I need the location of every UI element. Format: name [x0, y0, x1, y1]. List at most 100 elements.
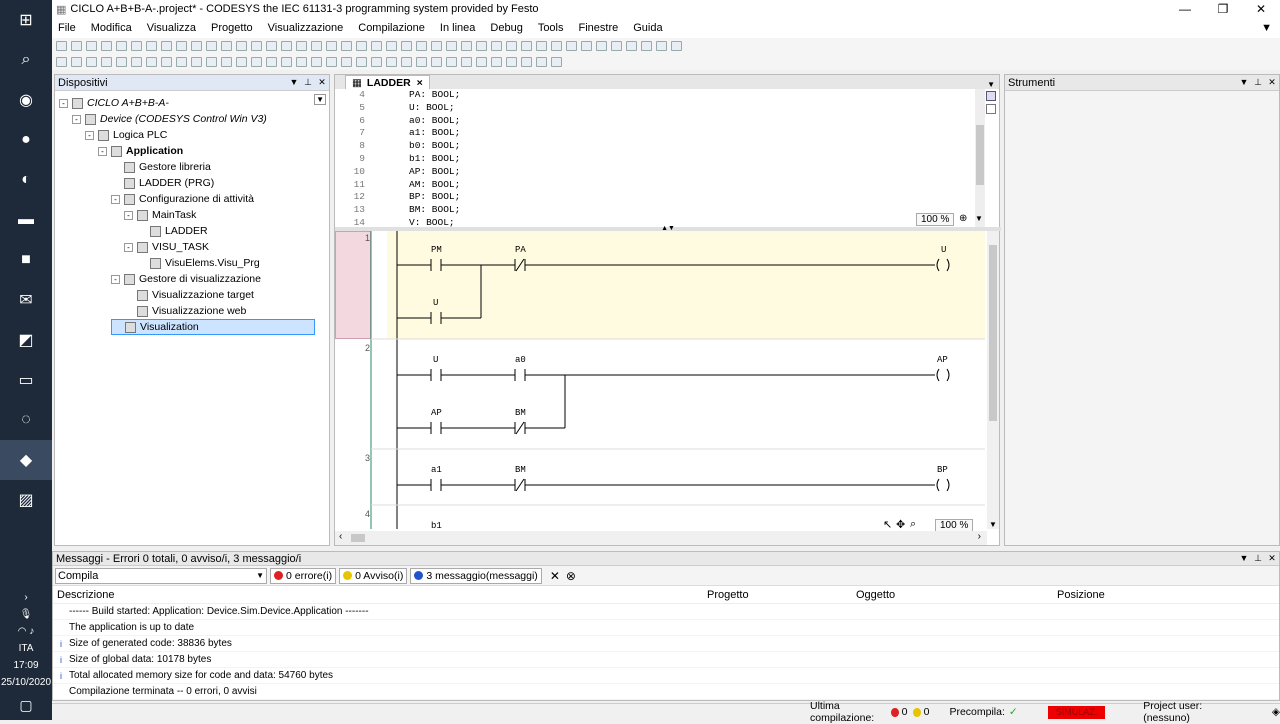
- toolbar-button-icon[interactable]: [191, 41, 202, 51]
- toolbar-button-icon[interactable]: [656, 41, 667, 51]
- toolbar-button-icon[interactable]: [371, 57, 382, 67]
- pin-icon[interactable]: ⊥: [301, 77, 315, 88]
- menu-item[interactable]: Guida: [633, 22, 662, 34]
- toolbar-button-icon[interactable]: [281, 57, 292, 67]
- toolbar-button-icon[interactable]: [626, 41, 637, 51]
- toolbar-button-icon[interactable]: [101, 41, 112, 51]
- toolbar-button-icon[interactable]: [401, 57, 412, 67]
- message-row[interactable]: The application is up to date: [53, 620, 1279, 636]
- contact-label[interactable]: a0: [515, 355, 526, 365]
- magnifier-tool-icon[interactable]: ⌕: [910, 518, 916, 531]
- menu-item[interactable]: Tools: [538, 22, 564, 34]
- toolbar-button-icon[interactable]: [551, 41, 562, 51]
- toolbar-button-icon[interactable]: [191, 57, 202, 67]
- ladder-diagram[interactable]: 1 2 3 4 PM PA U U U a0 AP AP BM a1 BM BP…: [335, 231, 985, 529]
- user-shield-icon[interactable]: ◈: [1272, 706, 1280, 718]
- tree-item[interactable]: - Device (CODESYS Control Win V3): [72, 111, 267, 127]
- clear-all-icon[interactable]: ⊗: [566, 569, 576, 583]
- toolbar-button-icon[interactable]: [596, 41, 607, 51]
- tree-item[interactable]: - Gestore di visualizzazione: [111, 271, 261, 287]
- network-icon[interactable]: ◠ ♪: [18, 623, 35, 640]
- menu-item[interactable]: Visualizza: [147, 22, 196, 34]
- toolbar-button-icon[interactable]: [371, 41, 382, 51]
- toolbar-button-icon[interactable]: [206, 57, 217, 67]
- panel-dropdown-icon[interactable]: ▼: [1237, 553, 1251, 564]
- message-row[interactable]: i Size of global data: 10178 bytes: [53, 652, 1279, 668]
- toolbar-button-icon[interactable]: [281, 41, 292, 51]
- chevron-up-icon[interactable]: ›: [24, 589, 27, 606]
- toolbar-button-icon[interactable]: [116, 57, 127, 67]
- minimize-button[interactable]: —: [1166, 2, 1204, 16]
- col-posizione[interactable]: Posizione: [1057, 589, 1105, 601]
- messages-filter-button[interactable]: 3 messaggio(messaggi): [410, 567, 542, 584]
- codesys-icon[interactable]: ◆: [0, 440, 52, 480]
- toolbar-button-icon[interactable]: [521, 41, 532, 51]
- menu-item[interactable]: File: [58, 22, 76, 34]
- toolbar-button-icon[interactable]: [71, 41, 82, 51]
- tree-item[interactable]: Visualization: [111, 319, 315, 335]
- simulation-badge[interactable]: SIMULAZ.: [1047, 705, 1106, 719]
- toolbar-button-icon[interactable]: [311, 41, 322, 51]
- collapse-icon[interactable]: -: [124, 242, 133, 252]
- toolbar-button-icon[interactable]: [251, 57, 262, 67]
- toolbar-button-icon[interactable]: [101, 57, 112, 67]
- toolbar-button-icon[interactable]: [446, 41, 457, 51]
- menu-item[interactable]: Finestre: [579, 22, 619, 34]
- text-view-icon[interactable]: [986, 104, 996, 114]
- toolbar-button-icon[interactable]: [386, 57, 397, 67]
- tree-item[interactable]: VisuElems.Visu_Prg: [137, 255, 260, 271]
- toolbar-button-icon[interactable]: [176, 57, 187, 67]
- toolbar-button-icon[interactable]: [446, 57, 457, 67]
- declaration-editor[interactable]: 4 PA: BOOL; 5 U: BOOL; 6 a0: BOOL; 7 a1: BOOL; 8…: [335, 89, 985, 228]
- toolbar-button-icon[interactable]: [146, 41, 157, 51]
- toolbar-button-icon[interactable]: [116, 41, 127, 51]
- toolbar-button-icon[interactable]: [476, 41, 487, 51]
- toolbar-button-icon[interactable]: [536, 57, 547, 67]
- col-descrizione[interactable]: Descrizione: [53, 589, 707, 601]
- toolbar-button-icon[interactable]: [356, 57, 367, 67]
- tree-item[interactable]: Gestore libreria: [111, 159, 211, 175]
- toolbar-button-icon[interactable]: [296, 41, 307, 51]
- edge-icon[interactable]: ◐: [0, 160, 52, 200]
- panel-close-icon[interactable]: ✕: [1265, 553, 1279, 564]
- move-tool-icon[interactable]: ✥: [896, 518, 905, 531]
- toolbar-button-icon[interactable]: [131, 57, 142, 67]
- toolbar-button-icon[interactable]: [461, 57, 472, 67]
- tree-item[interactable]: - Configurazione di attività: [111, 191, 254, 207]
- toolbar-button-icon[interactable]: [566, 41, 577, 51]
- menu-item[interactable]: Debug: [490, 22, 522, 34]
- pin-icon[interactable]: ⊥: [1251, 77, 1265, 88]
- toolbar-button-icon[interactable]: [461, 41, 472, 51]
- message-category-select[interactable]: Compila ▼: [55, 567, 267, 584]
- photos-icon[interactable]: ▨: [0, 480, 52, 520]
- toolbar-button-icon[interactable]: [356, 41, 367, 51]
- ladder-hscroll[interactable]: ‹ ›: [335, 531, 987, 545]
- windows-start-icon[interactable]: ⊞: [0, 0, 52, 40]
- toolbar-button-icon[interactable]: [341, 57, 352, 67]
- toolbar-button-icon[interactable]: [71, 57, 82, 67]
- panel-dropdown-icon[interactable]: ▼: [287, 77, 301, 88]
- collapse-icon[interactable]: -: [124, 210, 133, 220]
- toolbar-button-icon[interactable]: [146, 57, 157, 67]
- toolbar-button-icon[interactable]: [56, 41, 67, 51]
- toolbar-button-icon[interactable]: [431, 57, 442, 67]
- toolbar-button-icon[interactable]: [611, 41, 622, 51]
- toolbar-button-icon[interactable]: [476, 57, 487, 67]
- toolbar-button-icon[interactable]: [326, 41, 337, 51]
- toolbar-button-icon[interactable]: [506, 41, 517, 51]
- whiteboard-icon[interactable]: ▭: [0, 360, 52, 400]
- toolbar-button-icon[interactable]: [161, 41, 172, 51]
- mail-icon[interactable]: ✉: [0, 280, 52, 320]
- store-icon[interactable]: ■: [0, 240, 52, 280]
- tree-item[interactable]: Visualizzazione target: [124, 287, 254, 303]
- clock-time[interactable]: 17:09: [13, 657, 38, 674]
- tree-item[interactable]: Visualizzazione web: [124, 303, 246, 319]
- clear-messages-icon[interactable]: ✕: [550, 569, 560, 583]
- toolbar-button-icon[interactable]: [386, 41, 397, 51]
- restore-button[interactable]: ❐: [1204, 2, 1242, 16]
- tree-item[interactable]: - VISU_TASK: [124, 239, 209, 255]
- toolbar-button-icon[interactable]: [551, 57, 562, 67]
- tree-item[interactable]: LADDER (PRG): [111, 175, 214, 191]
- tab-list-dropdown-icon[interactable]: ▼: [987, 80, 995, 89]
- message-row[interactable]: ------ Build started: Application: Devic…: [53, 604, 1279, 620]
